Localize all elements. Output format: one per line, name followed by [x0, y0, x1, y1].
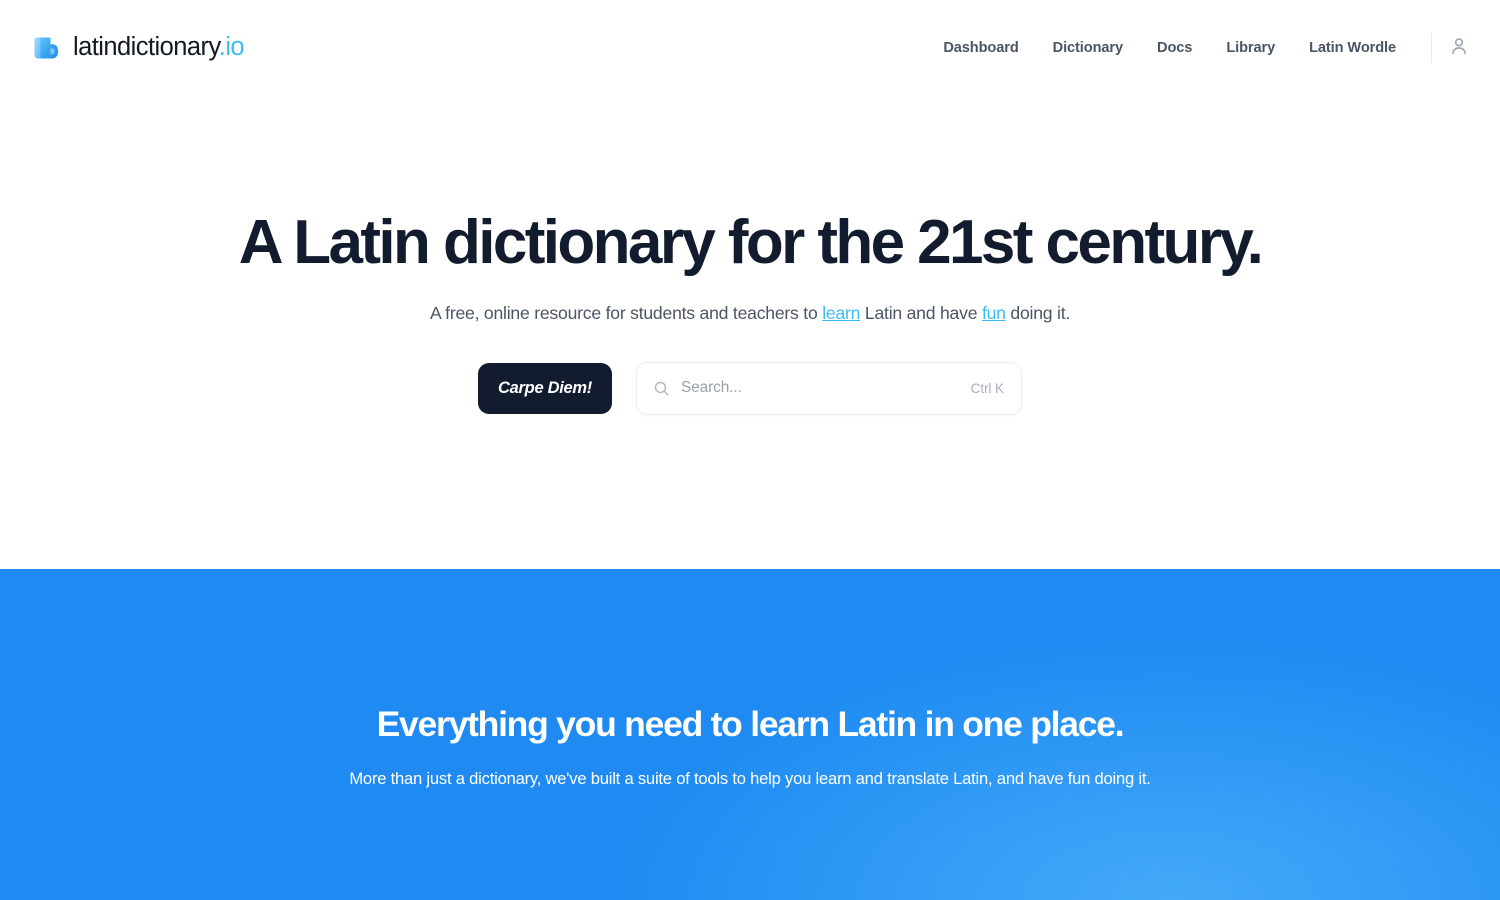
user-account-icon: [1448, 35, 1470, 60]
hero-subtitle-text-3: doing it.: [1005, 302, 1071, 323]
nav-item-latin-wordle[interactable]: Latin Wordle: [1292, 40, 1413, 56]
feature-title: Everything you need to learn Latin in on…: [376, 704, 1125, 744]
nav-divider: [1431, 32, 1432, 63]
brand-name-text: latindictionary: [73, 32, 219, 61]
search-input[interactable]: [681, 379, 961, 398]
carpe-diem-button[interactable]: Carpe Diem!: [478, 362, 612, 414]
search-box[interactable]: Ctrl K: [636, 361, 1022, 415]
landing-page: latindictionary.io Dashboard Dictionary …: [0, 0, 1500, 900]
primary-navigation: Dashboard Dictionary Docs Library Latin …: [926, 32, 1472, 63]
brand-logo-link[interactable]: latindictionary.io: [30, 32, 245, 64]
hero-section: A Latin dictionary for the 21st century.…: [0, 95, 1500, 569]
hero-link-fun[interactable]: fun: [982, 303, 1006, 323]
search-icon: [653, 380, 670, 397]
hero-actions: Carpe Diem! Ctrl K: [0, 361, 1500, 415]
nav-item-docs[interactable]: Docs: [1140, 40, 1209, 56]
site-header: latindictionary.io Dashboard Dictionary …: [0, 0, 1500, 95]
nav-item-library[interactable]: Library: [1209, 40, 1292, 56]
hero-link-learn[interactable]: learn: [822, 303, 860, 323]
account-button[interactable]: [1446, 35, 1472, 61]
brand-wordmark: latindictionary.io: [73, 32, 245, 61]
hero-subtitle-text-2: Latin and have: [860, 302, 982, 323]
search-shortcut-hint: Ctrl K: [970, 380, 1004, 396]
latindictionary-logo-icon: [30, 32, 62, 64]
brand-tld-text: .io: [218, 32, 245, 61]
hero-subtitle: A free, online resource for students and…: [0, 303, 1500, 324]
nav-item-dashboard[interactable]: Dashboard: [926, 40, 1035, 56]
feature-subtitle: More than just a dictionary, we've built…: [349, 768, 1151, 788]
page-title: A Latin dictionary for the 21st century.: [238, 208, 1264, 277]
feature-section: Everything you need to learn Latin in on…: [0, 569, 1500, 900]
nav-item-dictionary[interactable]: Dictionary: [1036, 40, 1140, 56]
hero-subtitle-text-1: A free, online resource for students and…: [429, 302, 823, 323]
